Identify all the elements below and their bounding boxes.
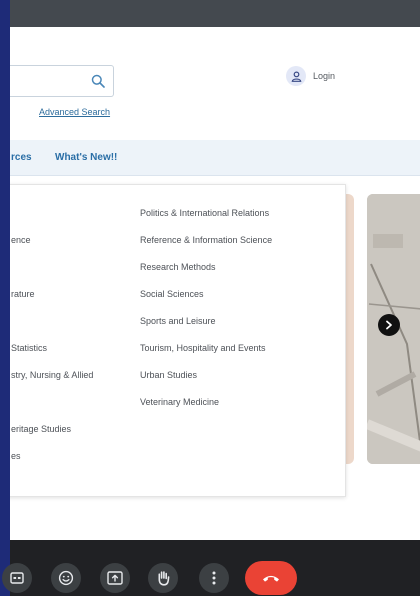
closed-captions-icon (10, 572, 24, 584)
end-call-icon (263, 575, 279, 582)
menu-item[interactable]: stry, Nursing & Allied (11, 370, 93, 380)
end-call-button[interactable] (245, 561, 297, 595)
menu-item[interactable]: Politics & International Relations (140, 208, 269, 218)
window-left-edge (0, 0, 10, 596)
meeting-controls-bar (2, 540, 420, 596)
reactions-button[interactable] (51, 563, 81, 593)
menu-item[interactable]: rature (11, 289, 35, 299)
menu-item[interactable]: Research Methods (140, 262, 216, 272)
subjects-dropdown-menu: ence rature Statistics stry, Nursing & A… (10, 184, 346, 497)
raise-hand-button[interactable] (148, 563, 178, 593)
menu-item[interactable]: Sports and Leisure (140, 316, 216, 326)
raise-hand-icon (158, 571, 170, 586)
menu-item[interactable]: eritage Studies (11, 424, 71, 434)
main-nav: rces What's New!! (10, 140, 420, 176)
menu-item[interactable]: Statistics (11, 343, 47, 353)
search-icon[interactable] (91, 74, 105, 88)
menu-item[interactable]: Social Sciences (140, 289, 204, 299)
menu-item[interactable]: Urban Studies (140, 370, 197, 380)
user-icon (286, 66, 306, 86)
more-vertical-icon (212, 571, 216, 585)
more-options-button[interactable] (199, 563, 229, 593)
advanced-search-link[interactable]: Advanced Search (39, 107, 110, 117)
search-input[interactable] (10, 65, 114, 97)
login-label: Login (313, 71, 336, 81)
web-page: Advanced Search Login rces What's New!! (10, 27, 420, 540)
carousel-next-button[interactable] (378, 314, 400, 336)
chevron-right-icon (386, 320, 392, 330)
nav-item-resources[interactable]: rces (11, 152, 32, 163)
menu-item[interactable]: Tourism, Hospitality and Events (140, 343, 266, 353)
login-button[interactable]: Login (286, 65, 335, 87)
emoji-icon (58, 570, 74, 586)
captions-button[interactable] (2, 563, 32, 593)
menu-item[interactable]: ence (11, 235, 31, 245)
menu-item[interactable]: Reference & Information Science (140, 235, 272, 245)
nav-item-whats-new[interactable]: What's New!! (55, 152, 117, 163)
present-button[interactable] (100, 563, 130, 593)
menu-item[interactable]: Veterinary Medicine (140, 397, 219, 407)
browser-top-bar (10, 0, 420, 27)
present-screen-icon (107, 571, 123, 585)
menu-item[interactable]: es (11, 451, 21, 461)
